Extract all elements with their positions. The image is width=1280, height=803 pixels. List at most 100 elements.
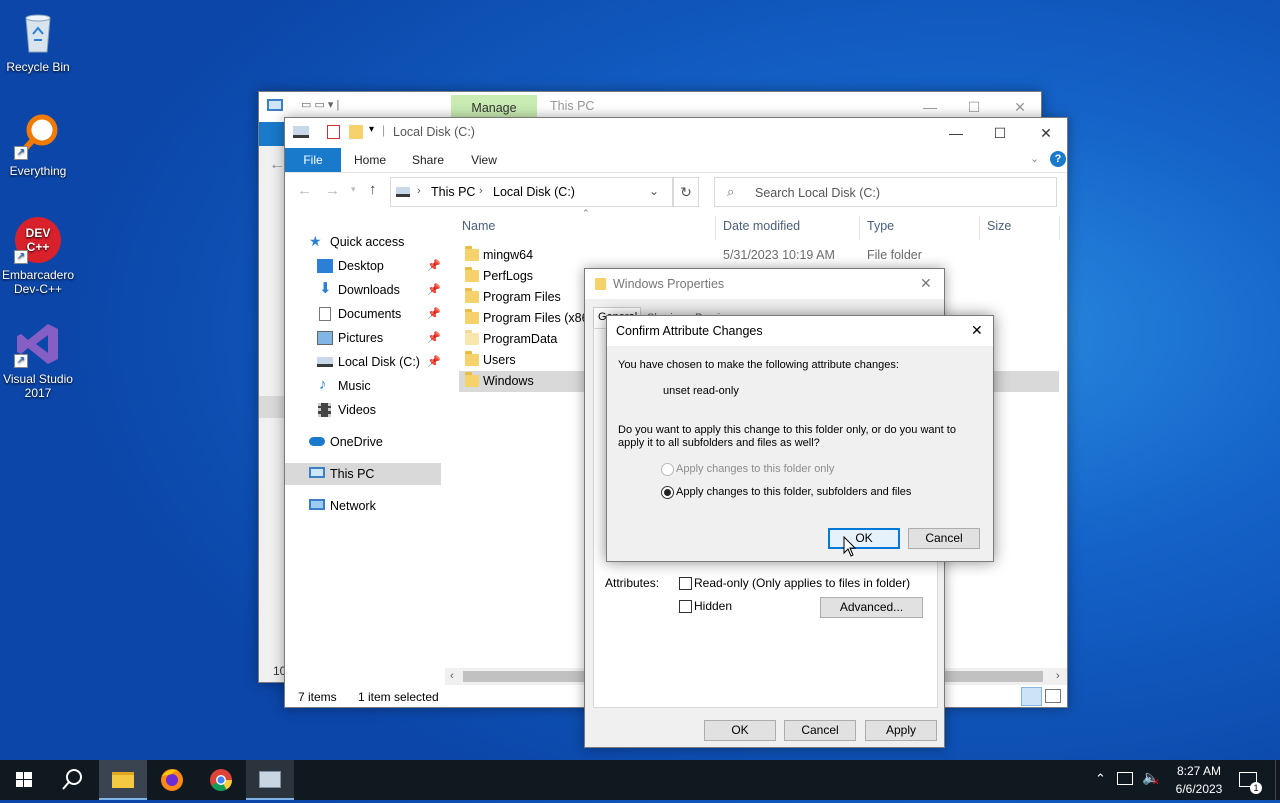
tab-file[interactable]: File — [285, 148, 341, 172]
close-button[interactable]: ✕ — [971, 322, 983, 339]
pin-icon[interactable]: 📌 — [427, 255, 441, 277]
apply-button[interactable]: Apply — [865, 720, 937, 741]
taskbar-chrome[interactable] — [197, 760, 245, 800]
list-item[interactable]: Program Files — [459, 287, 589, 308]
readonly-checkbox[interactable] — [679, 577, 692, 590]
subfolders-label[interactable]: Apply changes to this folder, subfolders… — [676, 486, 911, 498]
tab-share[interactable]: Share — [403, 148, 453, 172]
help-icon[interactable]: ? — [1050, 151, 1066, 167]
ribbon-expand-icon[interactable]: ⌄ — [1030, 152, 1039, 165]
advanced-button[interactable]: Advanced... — [820, 597, 923, 618]
close-button[interactable]: ✕ — [920, 275, 932, 292]
shortcut-arrow-icon: ↗ — [14, 250, 28, 264]
details-view-icon[interactable] — [1021, 687, 1042, 706]
pin-icon[interactable]: 📌 — [427, 279, 441, 301]
folder-icon — [465, 372, 479, 387]
nav-local-disk[interactable]: Local Disk (C:) 📌 — [317, 351, 445, 373]
desktop-icon-everything[interactable]: ↗ Everything — [0, 112, 76, 178]
hidden-checkbox[interactable] — [679, 600, 692, 613]
back-arrow-icon[interactable]: ← — [269, 156, 285, 174]
windows-logo-icon — [16, 772, 32, 787]
maximize-button[interactable]: ☐ — [977, 118, 1023, 148]
column-header-date[interactable]: Date modified — [723, 219, 800, 233]
tab-home[interactable]: Home — [345, 148, 395, 172]
confirm-attribute-changes-dialog[interactable]: Confirm Attribute Changes ✕ You have cho… — [606, 315, 994, 562]
back-button[interactable]: ← — [297, 182, 312, 199]
nav-quick-access[interactable]: ★ Quick access — [309, 231, 444, 253]
show-desktop-button[interactable] — [1275, 760, 1280, 800]
recent-locations-icon[interactable]: ▾ — [351, 184, 356, 195]
new-folder-qat-icon[interactable] — [349, 125, 363, 139]
status-selection: 1 item selected — [358, 690, 439, 704]
list-item[interactable]: mingw64 5/31/2023 10:19 AM File folder — [459, 245, 1059, 266]
hidden-label[interactable]: Hidden — [694, 599, 732, 613]
list-item[interactable]: PerfLogs — [459, 266, 589, 287]
large-icons-view-icon[interactable] — [1045, 689, 1061, 703]
list-item[interactable]: Program Files (x86) — [459, 308, 593, 329]
manage-tab[interactable]: Manage — [451, 95, 537, 119]
close-button[interactable]: ✕ — [1023, 118, 1069, 148]
desktop-icon-devcpp[interactable]: DEV C++ ↗ Embarcadero Dev-C++ — [0, 216, 76, 296]
scroll-left-icon[interactable]: ‹ — [450, 670, 454, 682]
scroll-right-icon[interactable]: › — [1056, 670, 1060, 682]
minimize-button[interactable]: — — [933, 118, 979, 148]
column-header-type[interactable]: Type — [867, 219, 894, 233]
desktop-folder-icon — [317, 259, 333, 273]
search-icon — [62, 769, 82, 790]
nav-this-pc[interactable]: This PC — [285, 463, 441, 485]
taskbar-file-explorer[interactable] — [99, 760, 147, 800]
pin-icon[interactable]: 📌 — [427, 327, 441, 349]
nav-desktop[interactable]: Desktop 📌 — [317, 255, 445, 277]
volume-muted-icon[interactable]: 🔈 ✕ — [1142, 769, 1160, 787]
desktop-icon-visual-studio[interactable]: ↗ Visual Studio 2017 — [0, 320, 76, 400]
properties-qat-icon[interactable] — [327, 125, 340, 139]
column-header-name[interactable]: Name — [462, 219, 495, 233]
search-button[interactable] — [48, 760, 96, 800]
list-item[interactable]: ProgramData — [459, 329, 589, 350]
control-panel-icon — [259, 771, 281, 788]
up-button[interactable]: ↑ — [369, 181, 377, 198]
nav-videos[interactable]: Videos — [317, 399, 445, 421]
folder-icon — [595, 278, 606, 290]
address-bar[interactable]: › This PC › Local Disk (C:) ⌄ — [390, 177, 673, 207]
ok-button[interactable]: OK — [704, 720, 776, 741]
tab-view[interactable]: View — [459, 148, 509, 172]
refresh-button[interactable]: ↻ — [673, 177, 699, 207]
notification-count-badge: 1 — [1250, 782, 1262, 794]
start-button[interactable] — [0, 760, 48, 800]
documents-icon — [319, 307, 331, 321]
nav-music[interactable]: ♪ Music — [317, 375, 445, 397]
forward-button[interactable]: → — [325, 182, 340, 199]
pin-icon[interactable]: 📌 — [427, 351, 441, 373]
subfolders-radio[interactable] — [661, 486, 674, 499]
column-header-size[interactable]: Size — [987, 219, 1011, 233]
folder-only-radio[interactable] — [661, 463, 674, 476]
search-box[interactable]: ⌕ Search Local Disk (C:) — [714, 177, 1057, 207]
clock-date[interactable]: 6/6/2023 — [1164, 782, 1234, 796]
folder-icon — [465, 330, 479, 345]
folder-only-label[interactable]: Apply changes to this folder only — [676, 463, 834, 475]
nav-pictures[interactable]: Pictures 📌 — [317, 327, 445, 349]
qat-dropdown-icon[interactable]: ▾ — [369, 124, 374, 135]
nav-network[interactable]: Network — [309, 495, 444, 517]
ok-button[interactable]: OK — [828, 528, 900, 549]
nav-onedrive[interactable]: OneDrive — [309, 431, 444, 453]
file-explorer-icon — [112, 772, 134, 788]
nav-documents[interactable]: Documents 📌 — [317, 303, 445, 325]
cancel-button[interactable]: Cancel — [908, 528, 980, 549]
address-dropdown-icon[interactable]: ⌄ — [649, 184, 659, 198]
readonly-label[interactable]: Read-only (Only applies to files in fold… — [694, 576, 910, 590]
clock-time[interactable]: 8:27 AM — [1164, 764, 1234, 778]
network-tray-icon[interactable] — [1117, 772, 1133, 785]
taskbar-control-panel[interactable] — [246, 760, 294, 800]
show-hidden-icons-icon[interactable]: ⌃ — [1095, 771, 1106, 787]
nav-downloads[interactable]: ⬇ Downloads 📌 — [317, 279, 445, 301]
desktop-icon-recycle-bin[interactable]: Recycle Bin — [0, 8, 76, 74]
cancel-button[interactable]: Cancel — [784, 720, 856, 741]
taskbar-firefox[interactable] — [148, 760, 196, 800]
list-item[interactable]: Users — [459, 350, 589, 371]
pin-icon[interactable]: 📌 — [427, 303, 441, 325]
file-tab[interactable] — [259, 122, 287, 146]
breadcrumb-local-disk[interactable]: Local Disk (C:) — [493, 185, 575, 199]
breadcrumb-this-pc[interactable]: This PC — [431, 185, 475, 199]
